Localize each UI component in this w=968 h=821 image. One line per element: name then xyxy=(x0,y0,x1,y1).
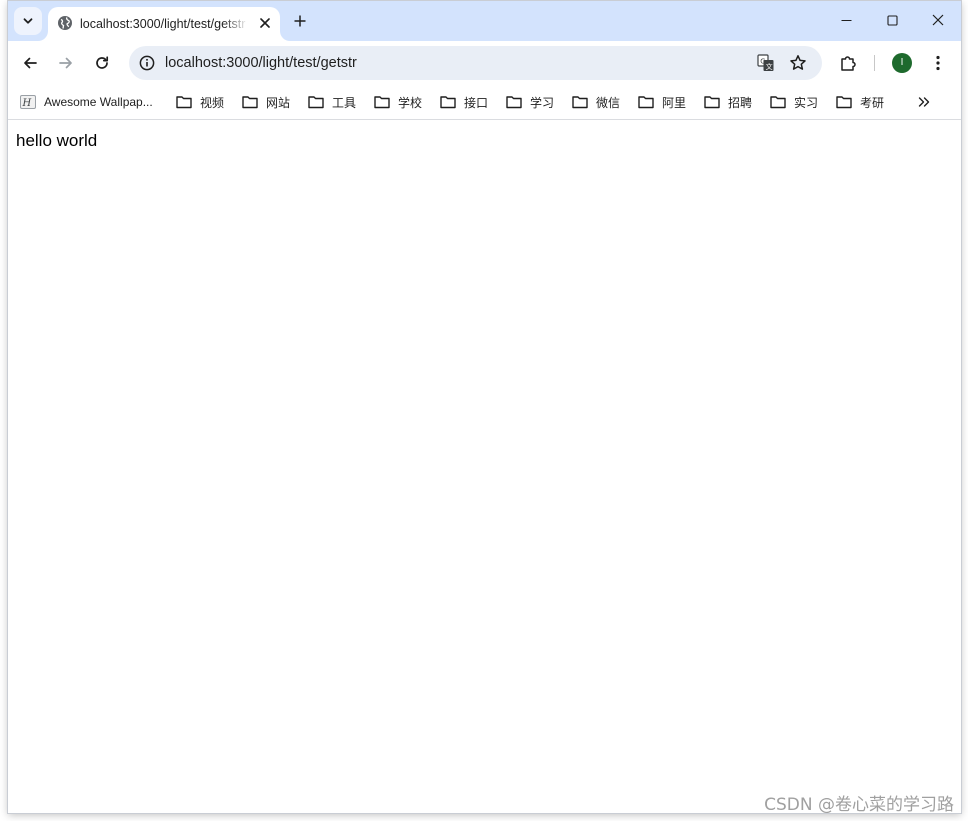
tab-strip: localhost:3000/light/test/getstr xyxy=(8,1,961,41)
folder-icon xyxy=(176,94,192,110)
close-icon xyxy=(260,18,270,28)
translate-icon: G 文 xyxy=(757,54,774,71)
new-tab-button[interactable] xyxy=(288,9,312,33)
active-tab[interactable]: localhost:3000/light/test/getstr xyxy=(48,7,280,41)
maximize-button[interactable] xyxy=(869,1,915,39)
double-chevron-right-icon xyxy=(918,97,930,107)
watermark: CSDN @卷心菜的学习路 xyxy=(764,795,954,815)
site-favicon-icon: H xyxy=(20,94,36,110)
folder-icon xyxy=(374,94,390,110)
folder-icon xyxy=(704,94,720,110)
extensions-button[interactable] xyxy=(834,49,862,77)
forward-button[interactable] xyxy=(52,49,80,77)
arrow-right-icon xyxy=(59,57,72,69)
minimize-button[interactable] xyxy=(823,1,869,39)
bookmark-folder[interactable]: 视频 xyxy=(176,90,224,114)
maximize-icon xyxy=(886,14,898,26)
bookmark-label: 学校 xyxy=(398,95,423,110)
window-close-button[interactable] xyxy=(915,1,961,39)
svg-text:文: 文 xyxy=(766,62,773,71)
bookmark-folder[interactable]: 考研 xyxy=(836,90,884,114)
browser-toolbar: localhost:3000/light/test/getstr G 文 I xyxy=(8,41,961,85)
bookmark-folder[interactable]: 微信 xyxy=(572,90,620,114)
bookmark-label: 网站 xyxy=(266,95,291,110)
more-vert-icon xyxy=(936,55,940,71)
folder-icon xyxy=(308,94,324,110)
folder-icon xyxy=(770,94,786,110)
toolbar-divider xyxy=(874,55,875,71)
globe-icon xyxy=(58,16,72,30)
chevron-down-icon xyxy=(23,18,33,24)
bookmark-folder[interactable]: 接口 xyxy=(440,90,488,114)
bookmark-label: 工具 xyxy=(332,95,357,110)
minimize-icon xyxy=(841,19,851,21)
info-icon xyxy=(139,55,155,71)
folder-icon xyxy=(572,94,588,110)
bookmark-label: 阿里 xyxy=(662,95,687,110)
menu-button[interactable] xyxy=(924,49,952,77)
tab-close-button[interactable] xyxy=(256,14,274,32)
bookmarks-bar: H Awesome Wallpap... 视频 网站 工具 学校 接口 学习 微… xyxy=(8,85,961,120)
bookmark-folder[interactable]: 工具 xyxy=(308,90,356,114)
bookmark-folder[interactable]: 学习 xyxy=(506,90,554,114)
bookmark-label: 实习 xyxy=(794,95,819,110)
bookmark-star-button[interactable] xyxy=(786,51,810,75)
svg-text:H: H xyxy=(22,98,32,109)
arrow-left-icon xyxy=(24,57,37,69)
browser-window: localhost:3000/light/test/getstr localho… xyxy=(8,1,961,813)
more-bookmarks-button[interactable] xyxy=(914,91,934,113)
translate-button[interactable]: G 文 xyxy=(754,51,778,75)
folder-icon xyxy=(242,94,258,110)
url-text[interactable]: localhost:3000/light/test/getstr xyxy=(165,54,357,72)
reload-button[interactable] xyxy=(88,49,116,77)
bookmark-folder[interactable]: 实习 xyxy=(770,90,818,114)
tab-title: localhost:3000/light/test/getstr xyxy=(80,17,246,31)
screen-background: localhost:3000/light/test/getstr localho… xyxy=(0,0,968,821)
bookmark-folder[interactable]: 网站 xyxy=(242,90,290,114)
bookmark-folder[interactable]: 招聘 xyxy=(704,90,752,114)
bookmark-label: 招聘 xyxy=(728,95,753,110)
bookmark-folder[interactable]: 阿里 xyxy=(638,90,686,114)
page-body-text: hello world xyxy=(16,131,98,150)
puzzle-icon xyxy=(841,56,856,71)
address-bar[interactable]: localhost:3000/light/test/getstr G 文 xyxy=(129,46,822,80)
folder-icon xyxy=(440,94,456,110)
bookmark-label: 视频 xyxy=(200,95,225,110)
back-button[interactable] xyxy=(16,49,44,77)
bookmark-folder[interactable]: 学校 xyxy=(374,90,422,114)
bookmark-label: 微信 xyxy=(596,95,621,110)
folder-icon xyxy=(638,94,654,110)
page-content: hello world xyxy=(8,121,961,813)
bookmark-item[interactable]: H Awesome Wallpap... xyxy=(20,90,153,114)
star-icon xyxy=(790,55,806,70)
plus-icon xyxy=(294,15,306,27)
reload-icon xyxy=(96,56,109,69)
bookmark-label: 考研 xyxy=(860,95,885,110)
site-info-button[interactable] xyxy=(135,51,159,75)
bookmark-label: 接口 xyxy=(464,95,489,110)
bookmark-label: 学习 xyxy=(530,95,555,110)
close-icon xyxy=(932,14,944,26)
folder-icon xyxy=(506,94,522,110)
profile-avatar[interactable]: I xyxy=(892,53,912,73)
bookmark-label: Awesome Wallpap... xyxy=(44,95,153,109)
folder-icon xyxy=(836,94,852,110)
